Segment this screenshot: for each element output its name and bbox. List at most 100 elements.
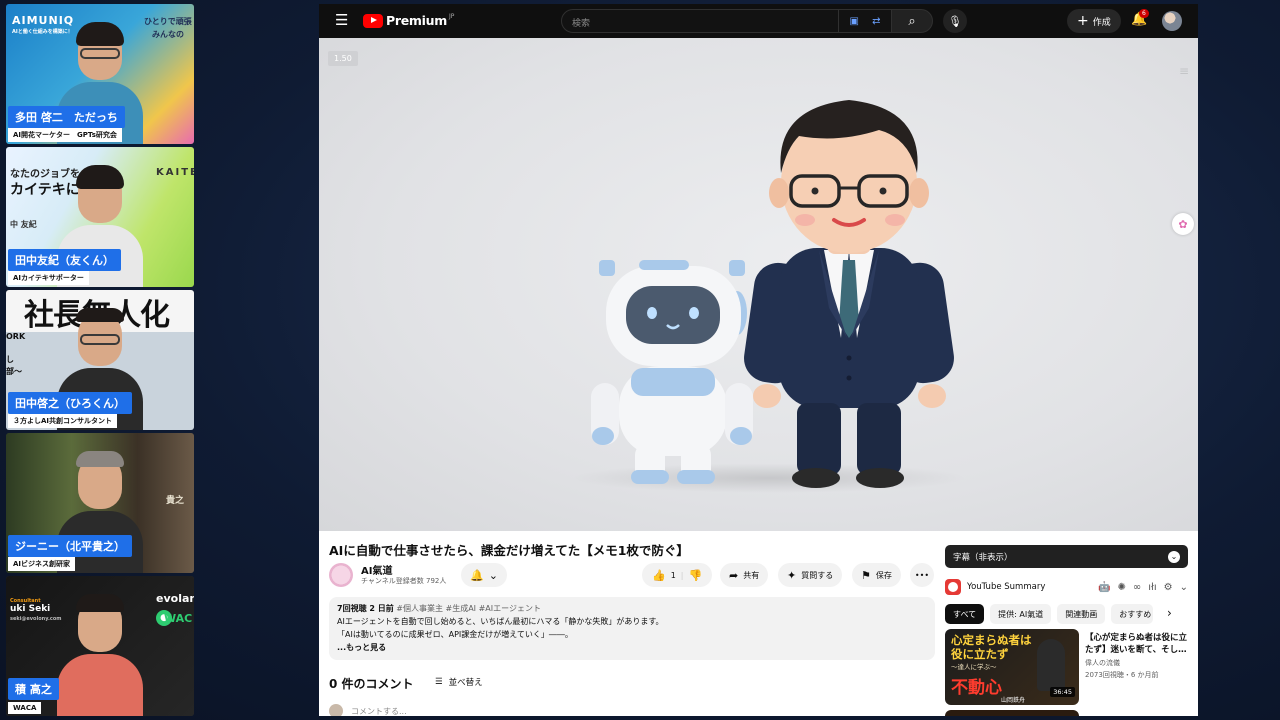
participant-tile[interactable]: Consultant uki Seki seki@evolony.com evo…: [6, 576, 194, 716]
background-text: WAC: [164, 612, 193, 625]
youtube-summary-extension-bar: YouTube Summary 🤖 ✺ ∞ ıłı ⚙ ⌄: [945, 576, 1188, 598]
notifications-button[interactable]: 🔔 6: [1131, 9, 1149, 27]
search-button[interactable]: ⌕: [891, 9, 933, 33]
video-player[interactable]: 1.50 ≡ ✿: [319, 38, 1198, 531]
participant-name: 多田 啓二 ただっち: [8, 106, 125, 128]
captions-label: 字幕（非表示）: [953, 552, 1013, 563]
background-text: 部～: [6, 367, 22, 376]
thumbnail-text: 心定まらぬ者は: [951, 633, 1032, 647]
participant-tile[interactable]: AIMUNIQ AIと働く仕組みを構築に！ ひとりで頑張 みんなの 多田 啓二 …: [6, 4, 194, 144]
background-text: AIと働く仕組みを構築に！: [12, 29, 73, 35]
video-title: AIに自動で仕事させたら、課金だけ増えてた【メモ1枚で防ぐ】: [329, 543, 689, 558]
like-button[interactable]: 👍 1 | 👎: [642, 563, 713, 587]
recommended-channel-name[interactable]: 偉人の流儀: [1085, 658, 1120, 668]
thumbs-down-icon: 👎: [688, 568, 703, 582]
save-button[interactable]: ⚑ 保存: [852, 563, 901, 587]
create-label: 作成: [1092, 17, 1111, 28]
more-horizontal-icon: •••: [914, 570, 930, 580]
voice-search-button[interactable]: 🎙: [943, 9, 967, 33]
gear-icon[interactable]: ⚙: [1164, 582, 1173, 593]
thumbnail-figure: [1037, 639, 1065, 691]
video-frame-illustration: [591, 100, 954, 488]
sort-comments-button[interactable]: ☰ 並べ替え: [435, 676, 483, 688]
share-label: 共有: [743, 570, 760, 580]
description-box[interactable]: 7回視聴 2 日前 #個人事業主 #生成AI #AIエージェント AIエージェン…: [329, 597, 935, 660]
save-label: 保存: [875, 570, 892, 580]
participant-role: AIビジネス創研家: [8, 557, 76, 571]
openai-icon[interactable]: ✺: [1118, 582, 1126, 593]
participant-role: AI開花マーケター GPTs研究会: [8, 128, 122, 142]
share-button[interactable]: ➦ 共有: [720, 563, 769, 587]
description-line: AIエージェントを自動で回し始めると、いちばん最初にハマる「静かな失敗」がありま…: [337, 617, 664, 626]
thumbs-up-icon: 👍: [652, 568, 666, 582]
commenter-avatar: [329, 704, 343, 716]
audio-wave-icon[interactable]: ıłı: [1148, 582, 1156, 593]
translate-icon[interactable]: ⇄: [872, 16, 880, 27]
background-text: し: [6, 355, 14, 364]
subscriber-count: チャンネル登録者数 792人: [361, 577, 447, 585]
more-actions-button[interactable]: •••: [910, 563, 934, 587]
like-dislike-divider: |: [680, 570, 684, 580]
hashtags[interactable]: #個人事業主 #生成AI #AIエージェント: [396, 604, 541, 613]
recommended-video-thumbnail[interactable]: [945, 710, 1079, 716]
background-text: 貴之: [166, 496, 185, 506]
search-extensions: ▣ ⇄: [839, 9, 891, 33]
bell-icon: 🔔: [470, 568, 484, 582]
chip-recommended[interactable]: おすすめ: [1111, 604, 1154, 624]
recommended-video-title[interactable]: 【心が定まらぬ者は役に立たず】迷いを断て、そし…: [1085, 632, 1189, 656]
background-text: ひとりで頑張: [144, 17, 192, 26]
share-icon: ➦: [729, 568, 739, 582]
show-more-link[interactable]: ...もっと見る: [337, 641, 927, 654]
video-duration: 36:45: [1050, 687, 1075, 697]
channel-name[interactable]: AI氣道: [361, 562, 392, 577]
participant-role: AIカイテキサポーター: [8, 271, 89, 285]
robot-figure: [591, 260, 753, 484]
background-text: 中 友紀: [10, 220, 37, 229]
brand-text: Premium: [386, 13, 447, 28]
account-avatar[interactable]: [1162, 11, 1182, 31]
search-input[interactable]: 検索: [561, 9, 839, 33]
chevron-down-icon: ⌄: [488, 568, 498, 582]
chip-all[interactable]: すべて: [945, 604, 985, 624]
chevron-right-icon[interactable]: ›: [1167, 606, 1172, 620]
create-button[interactable]: + 作成: [1067, 9, 1121, 33]
thumbnail-text: 役に立たず: [951, 647, 1009, 661]
robot-icon[interactable]: 🤖: [1098, 582, 1110, 593]
subscribe-bell-button[interactable]: 🔔 ⌄: [461, 563, 507, 587]
comment-input-row[interactable]: コメントする...: [329, 704, 407, 716]
hamburger-menu-icon[interactable]: ☰: [335, 13, 348, 28]
shared-screen-youtube: ☰ Premium JP 検索 ▣ ⇄ ⌕ 🎙 + 作成 🔔 6 1.50 ≡: [319, 4, 1198, 716]
chip-related[interactable]: 関連動画: [1057, 604, 1106, 624]
participant-tile[interactable]: 社長無人化 ORK し 部～ 田中啓之（ひろくん） ３方よしAI共創コンサルタン…: [6, 290, 194, 430]
thumbnail-text: 不動心: [951, 678, 1002, 698]
view-date-meta: 7回視聴 2 日前: [337, 604, 394, 613]
ask-button[interactable]: ✦ 質問する: [778, 563, 843, 587]
image-search-icon[interactable]: ▣: [850, 16, 859, 27]
captions-panel-header[interactable]: 字幕（非表示） ⌄: [945, 545, 1188, 568]
youtube-premium-logo[interactable]: Premium JP: [363, 13, 454, 28]
participant-name: 田中友紀（友くん）: [8, 249, 121, 271]
comments-count: 0 件のコメント: [329, 677, 414, 691]
participant-tile[interactable]: なたのジョブを カイテキに！ KAITE 中 友紀 田中友紀（友くん） AIカイ…: [6, 147, 194, 287]
background-text: seki@evolony.com: [10, 616, 62, 622]
chip-from-channel[interactable]: 提供: AI氣道: [990, 604, 1052, 624]
description-line: 「AIは動いてるのに成果ゼロ、API課金だけが増えていく」――。: [337, 630, 573, 639]
participant-tile[interactable]: 貴之 ジーニー（北平貴之） AIビジネス創研家: [6, 433, 194, 573]
summary-extension-icon[interactable]: [945, 579, 961, 595]
background-text: uki Seki: [10, 604, 51, 614]
participant-role: WACA: [8, 702, 42, 714]
chevron-down-icon[interactable]: ⌄: [1180, 582, 1188, 593]
bookmark-icon: ⚑: [861, 568, 871, 582]
sort-label: 並べ替え: [448, 678, 483, 688]
background-text: evolan: [156, 592, 194, 605]
glasses-icon[interactable]: ∞: [1133, 582, 1141, 593]
chevron-down-icon[interactable]: ⌄: [1168, 550, 1180, 563]
sparkle-icon: ✦: [787, 568, 797, 582]
recommended-video-stats: 2073回視聴・6 か月前: [1085, 671, 1159, 679]
comment-input[interactable]: コメントする...: [351, 706, 407, 717]
participant-role: ３方よしAI共創コンサルタント: [8, 414, 118, 428]
like-count: 1: [670, 570, 676, 580]
recommended-video-thumbnail[interactable]: 心定まらぬ者は 役に立たず 〜達人に学ぶ〜 不動心 山岡鉄舟 36:45: [945, 629, 1079, 705]
channel-avatar[interactable]: [329, 563, 353, 587]
summary-label[interactable]: YouTube Summary: [967, 582, 1045, 592]
